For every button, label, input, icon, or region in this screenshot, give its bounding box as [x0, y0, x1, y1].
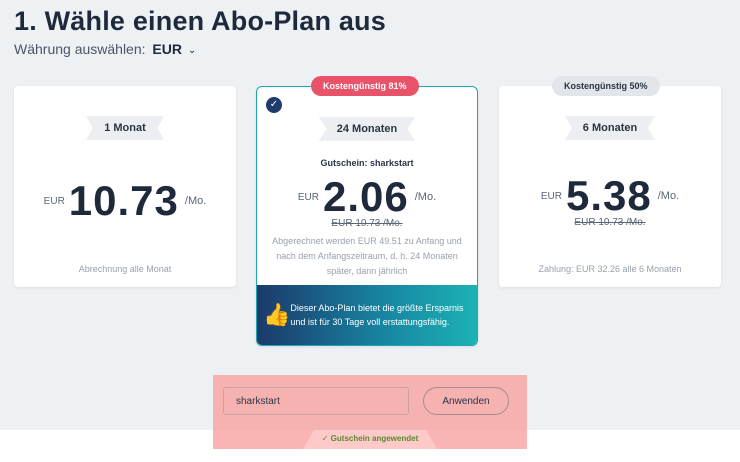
checkmark-icon: ✓	[266, 97, 282, 113]
price-amount: 10.73	[68, 177, 179, 224]
coupon-input[interactable]	[223, 387, 409, 415]
price-currency: EUR	[297, 191, 319, 203]
discount-badge-24-months: Kostengünstig 81%	[311, 76, 419, 96]
price-row: EUR 2.06 /Mo.	[257, 176, 477, 218]
plan-name-ribbon: 24 Monaten	[318, 117, 416, 141]
discount-badge-6-months: Kostengünstig 50%	[552, 76, 660, 96]
price-amount: 5.38	[565, 172, 652, 219]
price-period: /Mo.	[184, 195, 207, 207]
plan-card-6-months[interactable]: 6 Monaten EUR 5.38 /Mo. EUR 10.73 /Mo. Z…	[499, 86, 721, 287]
billing-note: Zahlung: EUR 32.26 alle 6 Monaten	[538, 264, 682, 274]
price-period: /Mo.	[657, 190, 680, 202]
plan-card-24-months[interactable]: ✓ 24 Monaten Gutschein: sharkstart EUR 2…	[256, 86, 478, 346]
plan-name-ribbon: 6 Monaten	[564, 116, 656, 140]
price-row: EUR 10.73 /Mo.	[14, 180, 236, 222]
billing-note: Abrechnung alle Monat	[78, 264, 172, 274]
coupon-status-text: Gutschein angewendet	[330, 434, 419, 443]
price-row: EUR 5.38 /Mo.	[499, 175, 721, 217]
plan-name-ribbon: 1 Monat	[86, 116, 164, 140]
currency-label: Währung auswählen:	[14, 41, 146, 57]
thumbs-up-icon: 👍	[263, 302, 291, 327]
promo-banner: 👍 Dieser Abo-Plan bietet die größte Ersp…	[257, 285, 477, 345]
coupon-status: ✓ Gutschein angewendet	[213, 434, 527, 443]
old-price: EUR 10.73 /Mo.	[331, 218, 403, 229]
price-amount: 2.06	[322, 173, 409, 220]
currency-value[interactable]: EUR	[152, 41, 182, 57]
billing-note: Abgerechnet werden EUR 49.51 zu Anfang u…	[272, 236, 462, 276]
check-icon: ✓	[321, 434, 331, 443]
currency-selector[interactable]: Währung auswählen: EUR ⌄	[14, 41, 196, 57]
price-period: /Mo.	[414, 191, 437, 203]
apply-coupon-button[interactable]: Anwenden	[423, 387, 509, 415]
plan-card-1-month[interactable]: 1 Monat EUR 10.73 /Mo. Abrechnung alle M…	[14, 86, 236, 287]
chevron-down-icon[interactable]: ⌄	[188, 45, 196, 56]
price-currency: EUR	[43, 195, 65, 207]
promo-text: Dieser Abo-Plan bietet die größte Erspar…	[290, 303, 464, 327]
price-currency: EUR	[540, 190, 562, 202]
page-title: 1. Wähle einen Abo-Plan aus	[14, 6, 386, 36]
old-price: EUR 10.73 /Mo.	[574, 217, 646, 228]
coupon-panel: Anwenden ✓ Gutschein angewendet	[213, 375, 527, 449]
coupon-applied-label: Gutschein: sharkstart	[320, 158, 414, 168]
